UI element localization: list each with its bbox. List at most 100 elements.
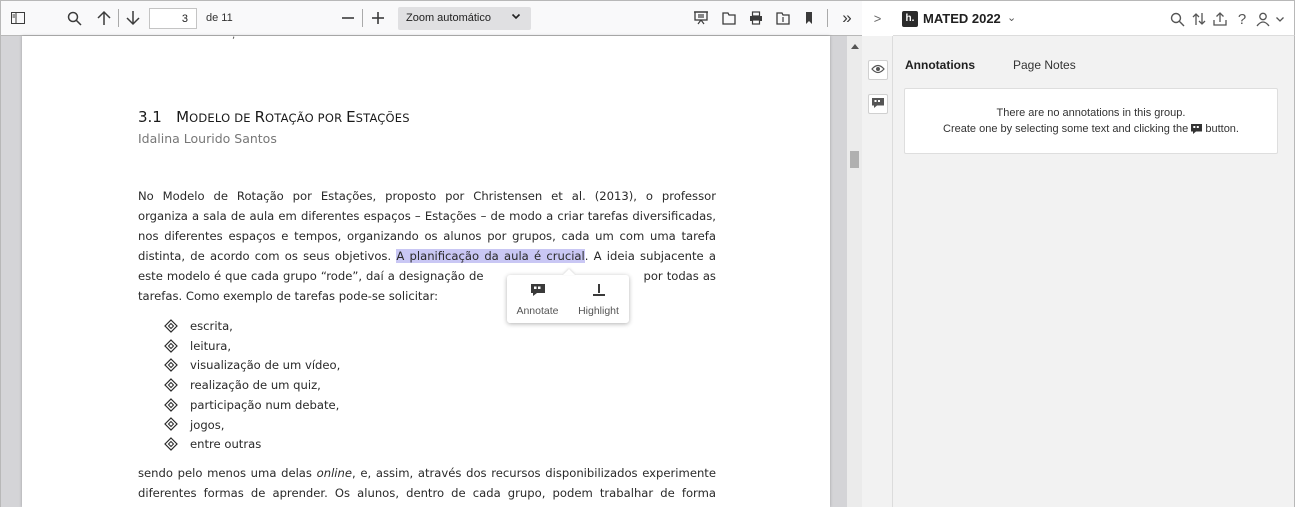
sidebar-header: h. MATED 2022 ⌄ ? [893,0,1295,36]
search-icon[interactable] [1168,10,1186,28]
list-item: realização de um quiz, [164,376,340,396]
zoom-in-icon[interactable] [368,8,388,28]
group-dropdown-chevron-icon[interactable]: ⌄ [1007,11,1016,24]
text-line: No Modelo de Rotação por Estações, propo… [138,189,716,203]
text-segment: , e, assim, através dos recursos disponi… [352,466,716,480]
text-line: tarefas. Como exemplo de tarefas pode-se… [138,289,439,303]
list-item-text: leitura, [190,338,232,353]
annotate-icon [530,284,545,305]
group-name[interactable]: MATED 2022 [923,11,1001,26]
save-download-icon[interactable] [773,8,793,28]
toolbar-divider [362,9,363,27]
annotate-label: Annotate [516,305,559,317]
annotate-inline-icon [1191,123,1203,139]
sort-icon[interactable] [1190,10,1208,28]
sidebar-content: Annotations Page Notes There are no anno… [893,36,1295,507]
empty-message-text: button. [1205,123,1239,135]
paragraph: sendo pelo menos uma delas online, e, as… [138,463,716,503]
text-segment: por todas as [639,269,716,283]
empty-message-line: There are no annotations in this group. [996,107,1186,119]
text-segment: . A ideia subjacente a [584,249,716,263]
chevron-right-icon: > [873,11,882,26]
text-segment: distinta, de acordo com os seus objetivo… [138,249,397,263]
help-icon[interactable]: ? [1233,10,1251,28]
list-item-text: entre outras [190,437,262,452]
popup-arrow [563,269,575,275]
annotate-button[interactable]: Annotate [507,275,568,323]
empty-annotations-message: There are no annotations in this group. … [904,88,1278,154]
zoom-out-icon[interactable] [338,8,358,28]
paragraph: No Modelo de Rotação por Estações, propo… [138,186,716,306]
diamond-bullet-icon [164,378,180,394]
page-count-label: de 11 [206,12,233,24]
text-segment-italic: online [316,466,352,480]
list-item-text: participação num debate, [190,397,340,412]
sidebar-toggle-icon[interactable] [8,8,28,28]
print-icon[interactable] [746,8,766,28]
show-highlights-button[interactable] [868,60,888,80]
list-item: visualização de um vídeo, [164,356,340,376]
sidebar-collapse-button[interactable]: > [862,0,893,36]
tab-page-notes[interactable]: Page Notes [1013,58,1076,72]
scrollbar-thumb[interactable] [850,151,859,168]
text-segment: sendo pelo menos uma delas [138,466,317,480]
list-item-text: escrita, [190,319,233,333]
list-item-text: realização de um quiz, [190,378,321,393]
section-title-part: STAÇÕES [355,111,410,125]
annotation-bubble-icon [872,97,884,111]
sidebar-side-strip [862,36,893,507]
pdf-scrollbar[interactable] [847,36,863,507]
share-icon[interactable] [1211,10,1229,28]
zoom-select-value: Zoom automático [406,12,491,24]
find-search-icon[interactable] [64,8,84,28]
section-number: 3.1 [138,108,162,126]
pdf-toolbar: de 11 Zoom automático » [0,0,862,36]
highlight-label: Highlight [578,305,619,317]
section-title-part: R [254,108,266,126]
section-title-part: OTAÇÃO POR [265,111,347,125]
tab-annotations[interactable]: Annotations [905,58,975,72]
diamond-bullet-icon [164,338,180,355]
text-line: sendo pelo menos uma delas online, e, as… [138,463,716,483]
diamond-bullet-icon [164,397,180,414]
pdf-page: , 3.1 MODELO DE ROTAÇÃO POR ESTAÇÕES Ida… [22,36,830,507]
toolbar-divider [827,9,828,27]
text-line: diferentes formas de aprender. Os alunos… [138,486,716,500]
open-file-icon[interactable] [719,8,739,28]
highlight-button[interactable]: Highlight [568,275,629,323]
bookmark-icon[interactable] [799,8,819,28]
new-page-note-button[interactable] [868,94,888,114]
tools-overflow-label: » [842,8,852,27]
toolbar-divider [118,9,119,27]
list-item: jogos, [164,416,340,436]
hypothesis-logo-icon[interactable]: h. [902,11,918,27]
user-account-icon[interactable] [1254,10,1272,28]
list-item: escrita, [164,317,340,337]
text-line: nos diferentes espaços e tempos, organiz… [138,229,716,243]
diamond-bullet-icon [164,358,180,374]
previous-page-icon[interactable] [94,8,114,28]
highlight-icon [592,284,606,305]
diamond-bullet-icon [164,318,180,335]
presentation-mode-icon[interactable] [691,8,711,28]
highlighted-selection[interactable]: A planificação da aula é crucial [396,249,585,263]
list-item-text: jogos, [190,417,225,432]
list-item: participação num debate, [164,396,340,416]
diamond-bullet-icon [164,417,180,433]
text-segment: este modelo é que cada grupo “rode”, daí… [138,269,488,283]
tools-overflow-icon[interactable]: » [837,8,857,28]
zoom-select[interactable]: Zoom automático [398,7,531,30]
section-title-part: ODELO DE [189,111,255,125]
author-name: Idalina Lourido Santos [138,131,277,146]
page-number-input[interactable] [149,8,197,29]
list-item: entre outras [164,435,340,455]
scroll-up-arrow-icon[interactable] [851,44,859,49]
section-title-part: E [346,108,356,126]
user-menu-chevron-icon[interactable] [1274,10,1286,28]
pdf-viewport[interactable]: , 3.1 MODELO DE ROTAÇÃO POR ESTAÇÕES Ida… [0,36,863,507]
bullet-list: escrita, leitura, visualização de um víd… [164,317,340,455]
section-title: 3.1 MODELO DE ROTAÇÃO POR ESTAÇÕES [138,108,410,126]
next-page-icon[interactable] [123,8,143,28]
section-title-part: M [176,108,190,126]
annotation-adder-popup: Annotate Highlight [507,269,629,323]
